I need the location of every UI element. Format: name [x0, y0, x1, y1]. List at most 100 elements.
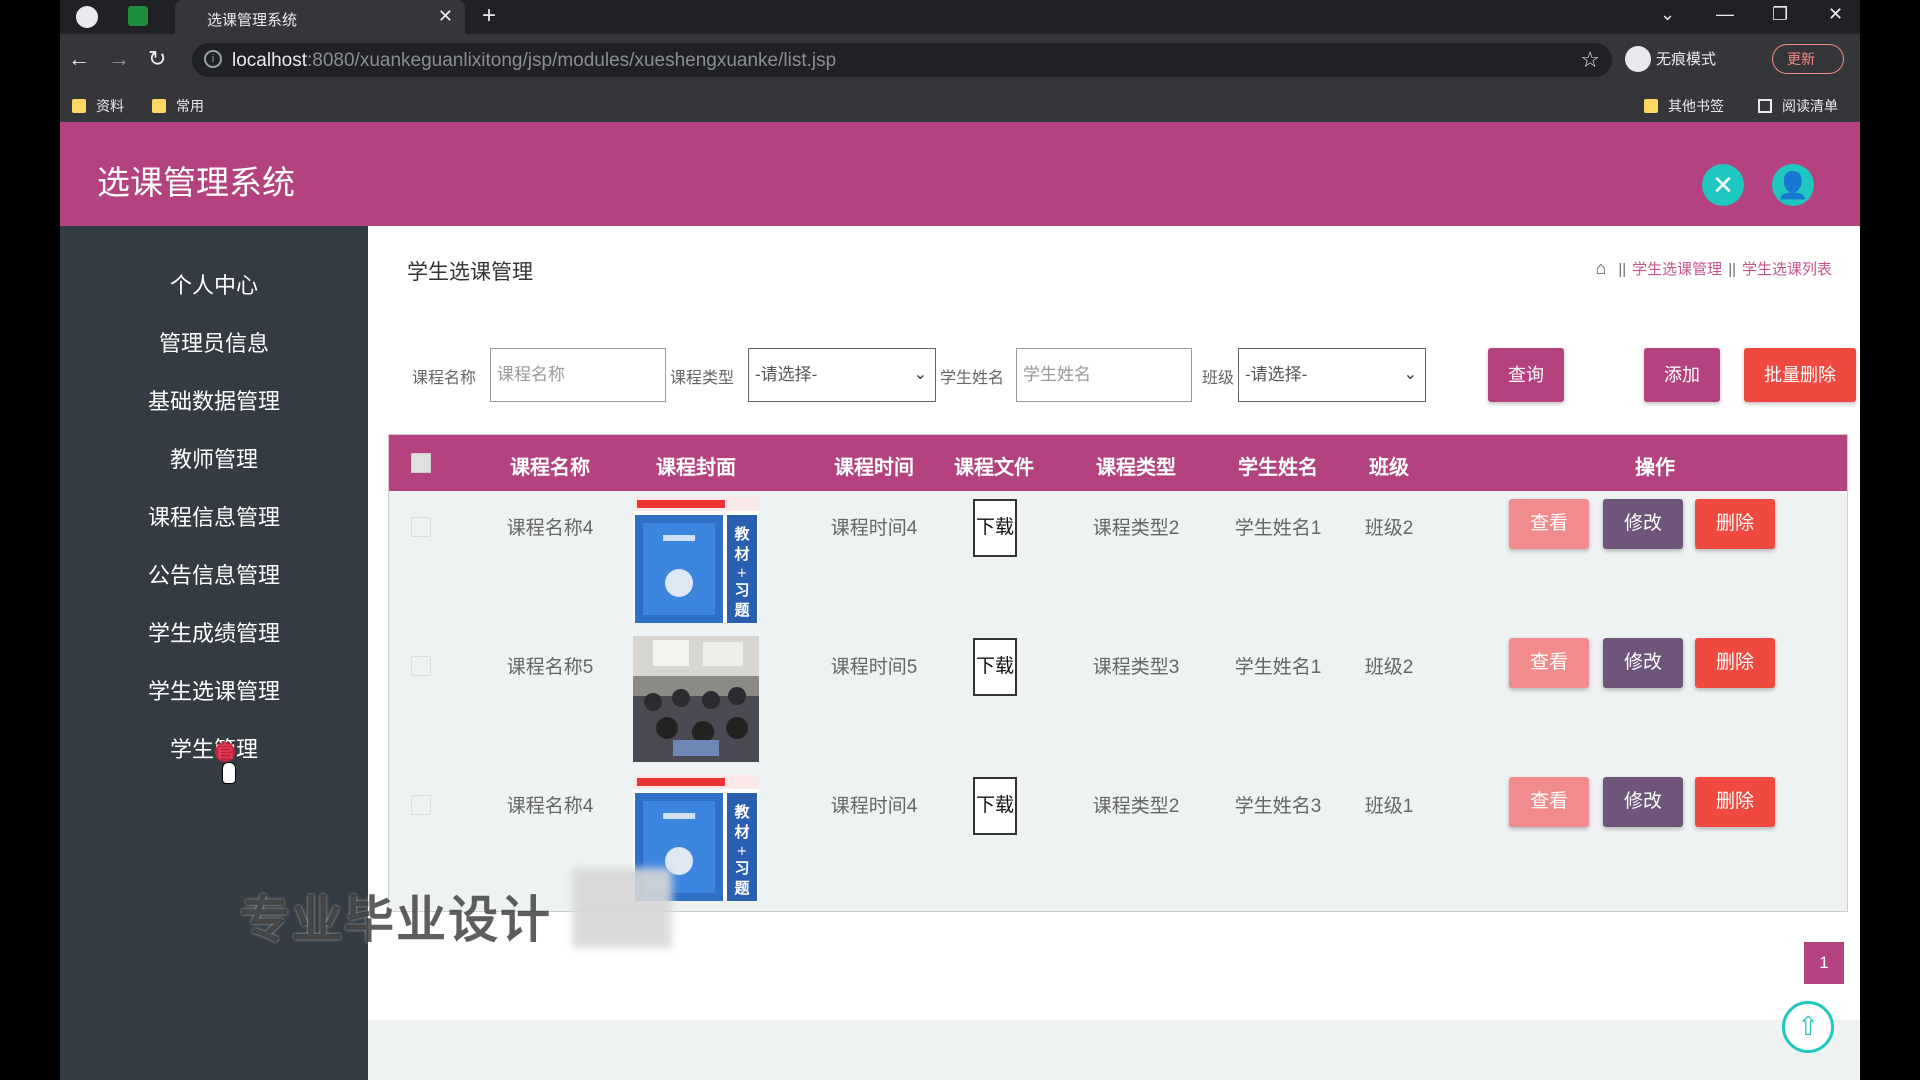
- delete-button[interactable]: 删除: [1695, 777, 1775, 827]
- breadcrumb-item[interactable]: 学生选课管理: [1632, 261, 1722, 278]
- sidebar-item-course-selection[interactable]: 学生选课管理: [60, 674, 368, 706]
- th-course-cover: 课程封面: [656, 457, 736, 479]
- bookmarks-bar: 资料 常用 其他书签 阅读清单: [60, 86, 1860, 122]
- browser-logo-icon[interactable]: [76, 6, 98, 28]
- cell-course-name: 课程名称5: [506, 657, 594, 678]
- download-button[interactable]: 下载: [973, 638, 1017, 696]
- home-icon[interactable]: ⌂: [1596, 258, 1607, 278]
- th-actions: 操作: [1635, 457, 1675, 479]
- sidebar-item-students[interactable]: 学生管理: [60, 732, 368, 764]
- new-tab-icon[interactable]: +: [482, 2, 496, 30]
- batch-delete-button[interactable]: 批量删除: [1744, 348, 1856, 402]
- url-text[interactable]: localhost:8080/xuankeguanlixitong/jsp/mo…: [232, 50, 836, 72]
- row-checkbox[interactable]: [411, 517, 431, 537]
- browser-tabbar: 选课管理系统 ✕ + ⌄ — ❐ ✕: [60, 0, 1860, 34]
- select-all-checkbox[interactable]: [411, 453, 431, 473]
- reading-list[interactable]: 阅读清单: [1758, 96, 1838, 116]
- bookmark-star-icon[interactable]: ☆: [1580, 47, 1600, 73]
- page-title: 学生选课管理: [407, 261, 533, 284]
- view-button[interactable]: 查看: [1509, 777, 1589, 827]
- back-icon[interactable]: ←: [68, 46, 90, 72]
- sidebar-item-base-data[interactable]: 基础数据管理: [60, 384, 368, 416]
- bookmark-label: 常用: [176, 98, 204, 114]
- sidebar-item-grades[interactable]: 学生成绩管理: [60, 616, 368, 648]
- edit-button[interactable]: 修改: [1603, 777, 1683, 827]
- url-path: :8080/xuankeguanlixitong/jsp/modules/xue…: [307, 50, 837, 71]
- tab-search-icon[interactable]: ⌄: [1660, 4, 1675, 25]
- edit-button[interactable]: 修改: [1603, 638, 1683, 688]
- chevron-down-icon: ⌄: [1403, 366, 1417, 383]
- bookmark-folder-2[interactable]: 常用: [152, 96, 204, 116]
- cell-class: 班级2: [1364, 518, 1414, 539]
- bookmark-label: 资料: [96, 98, 124, 114]
- app-title: 选课管理系统: [97, 164, 295, 201]
- update-button[interactable]: 更新: [1772, 44, 1844, 74]
- class-select[interactable]: -请选择- ⌄: [1238, 348, 1426, 402]
- svg-text:教: 教: [733, 803, 750, 821]
- close-tab-icon[interactable]: ✕: [438, 6, 453, 27]
- cell-course-type: 课程类型2: [1092, 796, 1180, 817]
- delete-button[interactable]: 删除: [1695, 499, 1775, 549]
- cell-course-name: 课程名称4: [506, 796, 594, 817]
- student-name-input[interactable]: 学生姓名: [1016, 348, 1192, 402]
- view-button[interactable]: 查看: [1509, 638, 1589, 688]
- th-course-name: 课程名称: [510, 457, 590, 479]
- sidebar-item-courses[interactable]: 课程信息管理: [60, 500, 368, 532]
- book-cover-image: 教材 + 习题: [633, 497, 759, 623]
- bookmark-label: 阅读清单: [1782, 98, 1838, 114]
- mouse-cursor-icon: [222, 762, 236, 784]
- cell-class: 班级1: [1364, 796, 1414, 817]
- other-bookmarks[interactable]: 其他书签: [1644, 96, 1724, 116]
- course-name-input[interactable]: 课程名称: [490, 348, 666, 402]
- site-info-icon[interactable]: i: [204, 50, 222, 68]
- download-button[interactable]: 下载: [973, 777, 1017, 835]
- tab-title: 选课管理系统: [207, 12, 298, 29]
- sidebar-item-admin-info[interactable]: 管理员信息: [60, 326, 368, 358]
- close-icon[interactable]: ✕: [1702, 164, 1744, 206]
- table-header: 课程名称 课程封面 课程时间 课程文件 课程类型 学生姓名 班级 操作: [389, 435, 1847, 491]
- page-number-button[interactable]: 1: [1804, 942, 1844, 984]
- view-button[interactable]: 查看: [1509, 499, 1589, 549]
- forward-icon[interactable]: →: [108, 46, 130, 72]
- close-window-icon[interactable]: ✕: [1828, 4, 1843, 25]
- course-type-select[interactable]: -请选择- ⌄: [748, 348, 936, 402]
- incognito-label[interactable]: 无痕模式: [1656, 48, 1716, 69]
- blurred-area: [572, 868, 672, 948]
- minimize-icon[interactable]: —: [1716, 4, 1734, 25]
- chevron-down-icon: ⌄: [913, 366, 927, 383]
- active-tab[interactable]: 选课管理系统 ✕: [175, 0, 465, 34]
- classroom-photo-image: [633, 636, 759, 762]
- reload-icon[interactable]: ↻: [148, 46, 166, 72]
- sidebar-item-personal-center[interactable]: 个人中心: [60, 268, 368, 300]
- class-label: 班级: [1202, 370, 1235, 387]
- sidebar-item-teachers[interactable]: 教师管理: [60, 442, 368, 474]
- class-value: -请选择-: [1245, 365, 1308, 384]
- download-button[interactable]: 下载: [973, 499, 1017, 557]
- cell-student-name: 学生姓名3: [1234, 796, 1322, 817]
- incognito-icon[interactable]: [1625, 46, 1651, 72]
- data-table: 课程名称 课程封面 课程时间 课程文件 课程类型 学生姓名 班级 操作 课程名称…: [388, 434, 1848, 912]
- add-button[interactable]: 添加: [1644, 348, 1720, 402]
- cell-course-type: 课程类型3: [1092, 657, 1180, 678]
- browser-toolbar: ← → ↻ i localhost:8080/xuankeguanlixiton…: [60, 34, 1860, 86]
- back-to-top-icon[interactable]: ⇧: [1782, 1001, 1834, 1053]
- cell-course-name: 课程名称4: [506, 518, 594, 539]
- row-checkbox[interactable]: [411, 656, 431, 676]
- app-tab-icon[interactable]: [128, 6, 148, 26]
- search-button[interactable]: 查询: [1488, 348, 1564, 402]
- user-icon[interactable]: 👤: [1772, 164, 1814, 206]
- cell-course-time: 课程时间4: [830, 796, 918, 817]
- bookmark-label: 其他书签: [1668, 98, 1724, 114]
- watermark-text: 专业毕业设计: [240, 892, 552, 948]
- sidebar-item-notices[interactable]: 公告信息管理: [60, 558, 368, 590]
- edit-button[interactable]: 修改: [1603, 499, 1683, 549]
- restore-icon[interactable]: ❐: [1772, 4, 1788, 25]
- svg-text:材: 材: [734, 545, 749, 563]
- address-bar[interactable]: i localhost:8080/xuankeguanlixitong/jsp/…: [192, 43, 1612, 77]
- table-row: 课程名称4 教材 + 习题 课程时间4 下载 课程类型2 学生姓名1 班级2 查看 …: [389, 491, 1847, 630]
- svg-text:题: 题: [734, 879, 750, 897]
- delete-button[interactable]: 删除: [1695, 638, 1775, 688]
- row-checkbox[interactable]: [411, 795, 431, 815]
- bookmark-folder-1[interactable]: 资料: [72, 96, 124, 116]
- svg-text:+: +: [737, 566, 748, 581]
